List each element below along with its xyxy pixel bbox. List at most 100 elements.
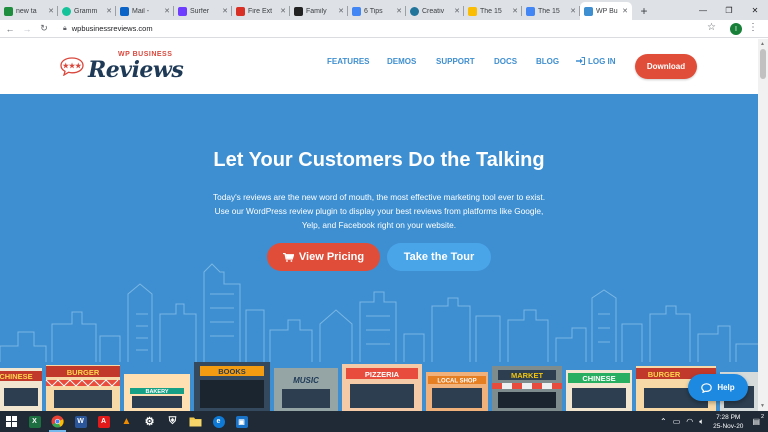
nav-features-link[interactable]: FEATURES bbox=[327, 57, 370, 66]
browser-tab[interactable]: Creativ ✕ bbox=[406, 2, 464, 20]
store-sign-local-shop: LOCAL SHOP bbox=[437, 379, 476, 385]
taskbar-excel[interactable]: X bbox=[23, 411, 46, 432]
browser-tab[interactable]: 6 Tips ✕ bbox=[348, 2, 406, 20]
start-button[interactable] bbox=[0, 411, 23, 432]
hero-title: Let Your Customers Do the Talking bbox=[213, 149, 545, 171]
scroll-up-icon[interactable]: ▲ bbox=[760, 41, 765, 47]
bookmark-star-icon[interactable]: ☆ bbox=[707, 22, 716, 33]
tab-close-icon[interactable]: ✕ bbox=[48, 7, 54, 15]
take-tour-button[interactable]: Take the Tour bbox=[387, 243, 491, 271]
tab-favicon-icon bbox=[352, 6, 361, 16]
nav-docs-link[interactable]: DOCS bbox=[494, 57, 517, 66]
logo-title: Reviews bbox=[88, 57, 184, 83]
nav-support-link[interactable]: SUPPORT bbox=[436, 57, 475, 66]
taskbar-word[interactable]: W bbox=[69, 411, 92, 432]
volume-icon[interactable]: 🔈︎ bbox=[699, 417, 704, 427]
new-tab-button[interactable]: + bbox=[636, 2, 652, 20]
system-tray: ⌃ ▭ ◠ 🔈︎ 7:28 PM 25-Nov-20 ▤ 2 bbox=[657, 411, 768, 432]
forward-arrow-icon[interactable]: → bbox=[20, 22, 34, 36]
taskbar-clock[interactable]: 7:28 PM 25-Nov-20 bbox=[713, 413, 743, 431]
browser-tab[interactable]: Family ✕ bbox=[290, 2, 348, 20]
store-sign-pizzeria: PIZZERIA bbox=[365, 370, 400, 379]
tab-close-icon[interactable]: ✕ bbox=[222, 7, 228, 15]
folder-icon bbox=[189, 417, 202, 427]
notification-center-icon[interactable]: ▤ 2 bbox=[752, 414, 764, 426]
download-button[interactable]: Download bbox=[635, 54, 697, 79]
settings-gear-icon: ⚙ bbox=[144, 416, 155, 428]
edge-icon: e bbox=[212, 415, 225, 428]
vlc-icon: ▲ bbox=[121, 416, 132, 427]
tab-title: Family bbox=[306, 7, 327, 15]
taskbar-acrobat[interactable]: A bbox=[92, 411, 115, 432]
tab-close-icon[interactable]: ✕ bbox=[622, 7, 628, 15]
browser-tab[interactable]: The 15 ✕ bbox=[522, 2, 580, 20]
store-sign-music: MUSIC bbox=[293, 376, 319, 385]
tab-favicon-icon bbox=[62, 6, 71, 16]
taskbar-vlc[interactable]: ▲ bbox=[115, 411, 138, 432]
browser-tab[interactable]: new ta ✕ bbox=[0, 2, 58, 20]
clock-time: 7:28 PM bbox=[716, 413, 741, 421]
clock-date: 25-Nov-20 bbox=[713, 422, 744, 430]
site-header: ★★★ WP BUSINESS Reviews FEATURES DEMOS S… bbox=[0, 39, 758, 94]
store-sign-chinese-right: CHINESE bbox=[582, 374, 615, 383]
tab-close-icon[interactable]: ✕ bbox=[512, 7, 518, 15]
browser-tab[interactable]: The 15 ✕ bbox=[464, 2, 522, 20]
excel-icon: X bbox=[28, 415, 41, 428]
hero-description-line: Yelp, and Facebook right on your website… bbox=[301, 220, 457, 230]
tab-close-icon[interactable]: ✕ bbox=[338, 7, 344, 15]
nav-login-link[interactable]: LOG IN bbox=[576, 57, 616, 66]
browser-tab[interactable]: Surfer ✕ bbox=[174, 2, 232, 20]
browser-tab-active[interactable]: WP Bu ✕ bbox=[580, 2, 632, 20]
tab-close-icon[interactable]: ✕ bbox=[164, 7, 170, 15]
store-sign-bakery: BAKERY bbox=[145, 389, 168, 395]
tab-title: The 15 bbox=[480, 7, 502, 15]
word-icon: W bbox=[74, 415, 87, 428]
restore-button[interactable]: ❐ bbox=[716, 0, 742, 20]
minimize-button[interactable]: — bbox=[690, 0, 716, 20]
tab-close-icon[interactable]: ✕ bbox=[396, 7, 402, 15]
page-scrollbar[interactable]: ▲ ▼ bbox=[758, 39, 768, 411]
tab-close-icon[interactable]: ✕ bbox=[280, 7, 286, 15]
tab-close-icon[interactable]: ✕ bbox=[454, 7, 460, 15]
tray-chevron-up-icon[interactable]: ⌃ bbox=[660, 417, 667, 426]
tab-title: The 15 bbox=[538, 7, 560, 15]
tab-title: Creativ bbox=[422, 7, 445, 15]
tab-title: Surfer bbox=[190, 7, 210, 15]
tab-close-icon[interactable]: ✕ bbox=[106, 7, 112, 15]
reload-icon[interactable]: ↻ bbox=[37, 22, 51, 36]
site-logo[interactable]: ★★★ WP BUSINESS Reviews bbox=[60, 51, 208, 83]
taskbar-chrome[interactable] bbox=[46, 411, 69, 432]
store-sign-books: BOOKS bbox=[218, 367, 246, 376]
nav-blog-link[interactable]: BLOG bbox=[536, 57, 559, 66]
windows-taskbar: X W A ▲ ⚙ ⛨ e ▣ ⌃ ▭ ◠ 🔈︎ 7:28 PM 25-Nov-… bbox=[0, 411, 768, 432]
browser-tab[interactable]: Gramm ✕ bbox=[58, 2, 116, 20]
taskbar-file-explorer[interactable] bbox=[184, 411, 207, 432]
tab-favicon-icon bbox=[4, 6, 13, 16]
tab-close-icon[interactable]: ✕ bbox=[570, 7, 576, 15]
taskbar-edge[interactable]: e bbox=[207, 411, 230, 432]
help-chat-button[interactable]: Help bbox=[688, 374, 748, 401]
lock-icon: 🔒︎ bbox=[63, 24, 67, 32]
battery-icon[interactable]: ▭ bbox=[673, 417, 681, 426]
taskbar-security[interactable]: ⛨ bbox=[161, 411, 184, 432]
store-sign-burger: BURGER bbox=[67, 368, 100, 377]
browser-tab[interactable]: Mail - ✕ bbox=[116, 2, 174, 20]
scroll-down-icon[interactable]: ▼ bbox=[760, 403, 765, 409]
browser-tab[interactable]: Fire Ext ✕ bbox=[232, 2, 290, 20]
tab-title: Gramm bbox=[74, 7, 98, 15]
view-pricing-button[interactable]: View Pricing bbox=[267, 243, 380, 271]
scrollbar-thumb[interactable] bbox=[760, 49, 766, 79]
logo-wordmark: WP BUSINESS Reviews bbox=[88, 51, 208, 83]
tab-favicon-icon bbox=[468, 6, 477, 16]
back-arrow-icon[interactable]: ← bbox=[3, 22, 17, 36]
address-bar[interactable]: 🔒︎ wpbusinessreviews.com bbox=[59, 22, 719, 36]
profile-avatar[interactable]: I bbox=[730, 23, 742, 35]
chat-bubble-icon bbox=[701, 382, 713, 393]
store-sign-chinese-left: CHINESE bbox=[0, 372, 33, 381]
taskbar-settings[interactable]: ⚙ bbox=[138, 411, 161, 432]
wifi-icon[interactable]: ◠ bbox=[686, 417, 693, 426]
browser-menu-icon[interactable]: ⋮ bbox=[748, 22, 758, 33]
close-window-button[interactable]: ✕ bbox=[742, 0, 768, 20]
taskbar-photos[interactable]: ▣ bbox=[230, 411, 253, 432]
nav-demos-link[interactable]: DEMOS bbox=[387, 57, 416, 66]
